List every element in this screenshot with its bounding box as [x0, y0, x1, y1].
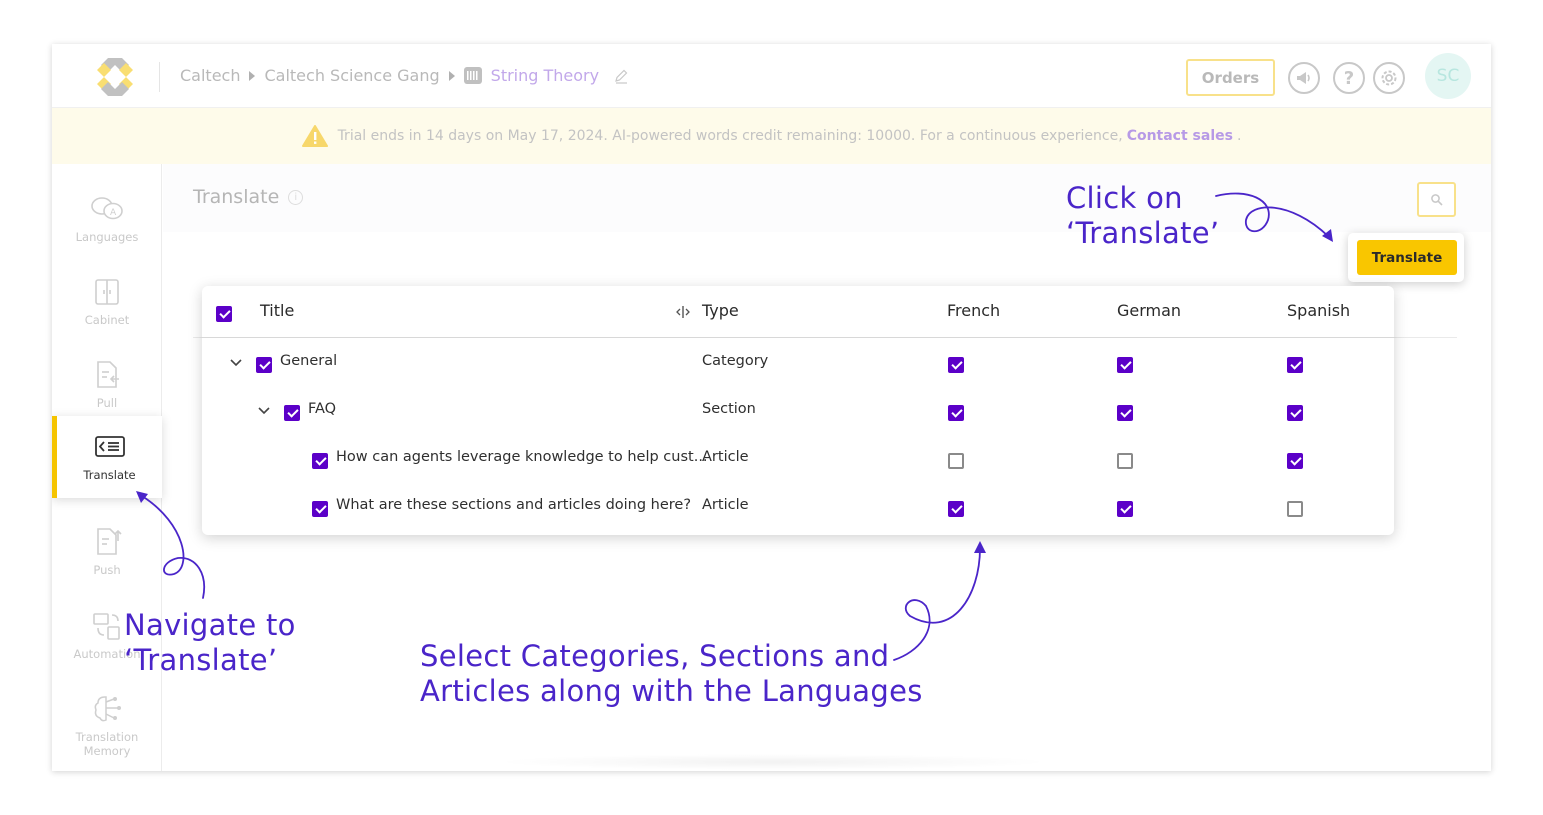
annotation-line: Articles along with the Languages [420, 674, 923, 708]
french-checkbox[interactable] [948, 405, 964, 421]
row-type: Article [702, 497, 749, 513]
search-button[interactable] [1417, 182, 1456, 217]
sidebar-item-push[interactable]: Push [52, 511, 162, 593]
row-title: What are these sections and articles doi… [336, 497, 692, 513]
annotation-line: Select Categories, Sections and [420, 639, 890, 673]
breadcrumb: Caltech Caltech Science Gang String Theo… [180, 66, 629, 85]
info-icon[interactable]: i [288, 189, 304, 205]
push-icon [97, 528, 122, 555]
banner-text: Trial ends in 14 days on May 17, 2024. A… [337, 128, 1123, 144]
pencil-icon[interactable] [613, 68, 629, 84]
column-header-german[interactable]: German [1117, 301, 1181, 320]
table-header: Title Type French German Spanish [202, 286, 1394, 338]
chevron-down-icon[interactable] [258, 407, 270, 415]
caret-right-icon [448, 70, 455, 81]
annotation-line: ‘Translate’ [124, 643, 278, 677]
column-header-french[interactable]: French [947, 301, 1000, 320]
table-row: FAQ Section [202, 387, 1394, 435]
column-header-title[interactable]: Title [260, 301, 294, 320]
sidebar-item-translation-memory[interactable]: Translation Memory [52, 681, 162, 771]
translation-memory-icon [94, 696, 121, 722]
row-title: How can agents leverage knowledge to hel… [336, 449, 708, 465]
spanish-checkbox[interactable] [1287, 405, 1303, 421]
column-resize-icon[interactable] [675, 305, 691, 319]
page-title-text: Translate [193, 186, 280, 208]
breadcrumb-item-team[interactable]: Caltech Science Gang [264, 66, 439, 85]
content-table: Title Type French German Spanish General… [202, 286, 1394, 535]
sidebar-item-translate[interactable]: Translate [52, 416, 162, 498]
annotation-navigate-translate: Navigate to ‘Translate’ [124, 608, 296, 678]
column-header-type[interactable]: Type [702, 301, 739, 320]
orders-button[interactable]: Orders [1186, 59, 1275, 96]
german-checkbox[interactable] [1117, 501, 1133, 517]
row-checkbox[interactable] [312, 501, 328, 517]
spanish-checkbox[interactable] [1287, 501, 1303, 517]
select-all-checkbox[interactable] [216, 306, 232, 322]
german-checkbox[interactable] [1117, 357, 1133, 373]
trial-banner: Trial ends in 14 days on May 17, 2024. A… [52, 108, 1491, 164]
row-title: General [280, 353, 338, 369]
page-title: Translate i [193, 186, 304, 208]
caret-right-icon [249, 70, 256, 81]
cabinet-icon [95, 279, 119, 305]
translate-button-highlight: Translate [1348, 233, 1464, 282]
sidebar-item-label: Languages [75, 230, 139, 244]
annotation-line: Navigate to [124, 608, 296, 642]
gear-icon[interactable] [1373, 62, 1405, 94]
banner-suffix: . [1236, 128, 1242, 144]
sidebar-item-label: Pull [96, 396, 118, 410]
sidebar-item-label: Push [93, 563, 121, 577]
sidebar-item-label: Translation Memory [75, 730, 139, 758]
sidebar-item-label: Translate [83, 468, 136, 482]
table-row: How can agents leverage knowledge to hel… [202, 435, 1394, 483]
row-type: Category [702, 353, 769, 369]
help-icon[interactable]: ? [1333, 62, 1365, 94]
divider [159, 62, 160, 92]
breadcrumb-item-org[interactable]: Caltech [180, 66, 240, 85]
annotation-line: Click on [1066, 181, 1183, 215]
row-checkbox[interactable] [256, 357, 272, 373]
avatar[interactable]: SC [1425, 53, 1471, 99]
logo[interactable] [92, 54, 138, 100]
contact-sales-link[interactable]: Contact sales [1127, 128, 1233, 144]
row-title: FAQ [308, 401, 337, 417]
warning-icon [301, 125, 328, 147]
french-checkbox[interactable] [948, 453, 964, 469]
spanish-checkbox[interactable] [1287, 357, 1303, 373]
search-icon [1430, 193, 1443, 206]
annotation-select-items: Select Categories, Sections and Articles… [420, 639, 923, 709]
row-checkbox[interactable] [284, 405, 300, 421]
french-checkbox[interactable] [948, 357, 964, 373]
row-type: Section [702, 401, 756, 417]
german-checkbox[interactable] [1117, 453, 1133, 469]
top-bar: Caltech Caltech Science Gang String Theo… [52, 44, 1491, 108]
german-checkbox[interactable] [1117, 405, 1133, 421]
row-type: Article [702, 449, 749, 465]
sidebar-item-label: Cabinet [84, 313, 130, 327]
chevron-down-icon[interactable] [230, 359, 242, 367]
translate-icon [94, 436, 125, 457]
breadcrumb-current-project[interactable]: String Theory [491, 66, 599, 85]
pull-icon [97, 361, 119, 388]
annotation-click-translate: Click on ‘Translate’ [1066, 181, 1219, 251]
automation-icon [93, 613, 120, 640]
announcement-icon[interactable] [1288, 62, 1320, 94]
table-row: General Category [202, 339, 1394, 387]
sidebar-item-cabinet[interactable]: Cabinet [52, 261, 162, 343]
sidebar: A Languages Cabinet Pull Translate Push … [52, 164, 162, 771]
table-row: What are these sections and articles doi… [202, 483, 1394, 531]
column-header-spanish[interactable]: Spanish [1287, 301, 1350, 320]
spanish-checkbox[interactable] [1287, 453, 1303, 469]
sidebar-item-languages[interactable]: A Languages [52, 178, 162, 260]
french-checkbox[interactable] [948, 501, 964, 517]
content-header: Translate i [163, 164, 1491, 232]
translate-button[interactable]: Translate [1357, 240, 1457, 275]
scroll-shadow [493, 754, 1053, 770]
languages-icon: A [91, 197, 123, 220]
sidebar-item-pull[interactable]: Pull [52, 344, 162, 426]
project-icon [463, 67, 482, 84]
svg-text:A: A [110, 208, 117, 218]
annotation-line: ‘Translate’ [1066, 216, 1220, 250]
row-checkbox[interactable] [312, 453, 328, 469]
